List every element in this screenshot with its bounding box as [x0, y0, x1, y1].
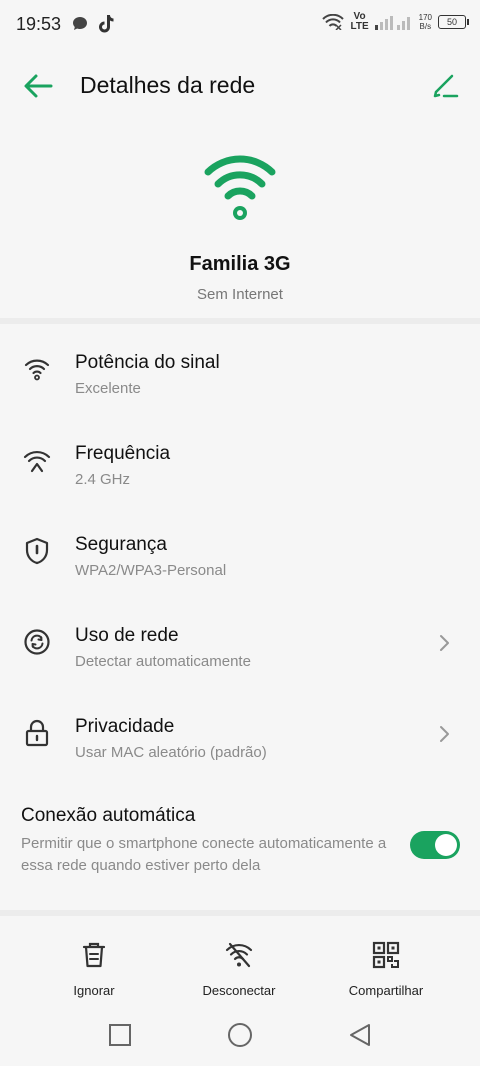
circle-icon — [228, 1023, 252, 1047]
toggle-knob — [435, 834, 457, 856]
data-usage-icon — [24, 629, 50, 655]
share-label: Compartilhar — [348, 983, 424, 998]
row-title: Segurança — [75, 534, 167, 555]
auto-connect-toggle[interactable] — [410, 831, 460, 859]
privacy-row[interactable]: Privacidade Usar MAC aleatório (padrão) — [0, 694, 480, 785]
wifi-status-icon — [322, 14, 345, 30]
section-divider — [0, 910, 480, 916]
network-usage-row[interactable]: Uso de rede Detectar automaticamente — [0, 603, 480, 694]
tiktok-icon — [99, 15, 114, 33]
recents-button[interactable] — [105, 1020, 135, 1050]
volte-indicator: Vo LTE — [350, 11, 369, 32]
auto-connect-title: Conexão automática — [21, 805, 196, 826]
network-name: Familia 3G — [189, 253, 291, 275]
back-nav-button[interactable] — [345, 1020, 375, 1050]
network-speed: 170 B/s — [418, 13, 432, 31]
network-header: Familia 3G Sem Internet — [0, 150, 480, 303]
forget-button[interactable]: Ignorar — [64, 930, 124, 998]
qr-code-icon — [372, 941, 400, 969]
auto-connect-row: Conexão automática Permitir que o smartp… — [0, 800, 480, 900]
back-button[interactable] — [20, 68, 56, 104]
cell-signal-icon — [374, 16, 410, 30]
disconnect-label: Desconectar — [202, 983, 276, 998]
trash-icon — [82, 942, 106, 968]
lock-icon — [25, 719, 49, 747]
row-subtitle: WPA2/WPA3-Personal — [75, 562, 227, 579]
row-subtitle: Detectar automaticamente — [75, 653, 251, 670]
home-button[interactable] — [225, 1020, 255, 1050]
edit-button[interactable] — [428, 68, 464, 104]
auto-connect-description: Permitir que o smartphone conecte automa… — [21, 835, 387, 874]
network-status: Sem Internet — [197, 286, 283, 303]
row-subtitle: 2.4 GHz — [75, 471, 131, 488]
chevron-right-icon — [440, 726, 449, 742]
section-divider — [0, 318, 480, 324]
wifi-off-icon — [225, 942, 253, 968]
chevron-right-icon — [440, 635, 449, 651]
security-row: Segurança WPA2/WPA3-Personal — [0, 512, 480, 603]
details-list: Potência do sinal Excelente Frequência 2… — [0, 330, 480, 785]
row-subtitle: Usar MAC aleatório (padrão) — [75, 744, 267, 761]
frequency-row: Frequência 2.4 GHz — [0, 421, 480, 512]
status-time: 19:53 — [16, 13, 62, 34]
row-title: Potência do sinal — [75, 352, 220, 373]
pencil-icon — [433, 74, 459, 98]
frequency-icon — [23, 450, 51, 473]
row-title: Uso de rede — [75, 625, 179, 646]
wifi-large-icon — [204, 155, 276, 220]
share-button[interactable]: Compartilhar — [340, 930, 432, 998]
row-title: Privacidade — [75, 716, 175, 737]
system-nav-bar — [0, 1010, 480, 1060]
page-title: Detalhes da rede — [80, 72, 256, 98]
arrow-left-icon — [24, 74, 53, 98]
triangle-back-icon — [350, 1024, 370, 1046]
battery-icon: 50 — [438, 15, 469, 29]
wifi-signal-icon — [24, 359, 50, 381]
disconnect-button[interactable]: Desconectar — [194, 930, 284, 998]
status-bar: 19:53 Vo LTE 170 B/s 50 — [0, 0, 480, 48]
chat-bubble-icon — [73, 17, 88, 30]
row-title: Frequência — [75, 443, 171, 464]
app-bar: Detalhes da rede — [0, 60, 480, 110]
shield-icon — [25, 537, 49, 565]
square-icon — [109, 1024, 131, 1046]
signal-strength-row: Potência do sinal Excelente — [0, 330, 480, 421]
row-subtitle: Excelente — [75, 380, 141, 397]
bottom-action-bar: Ignorar Desconectar Compartilhar — [0, 930, 480, 1000]
forget-label: Ignorar — [73, 983, 115, 998]
